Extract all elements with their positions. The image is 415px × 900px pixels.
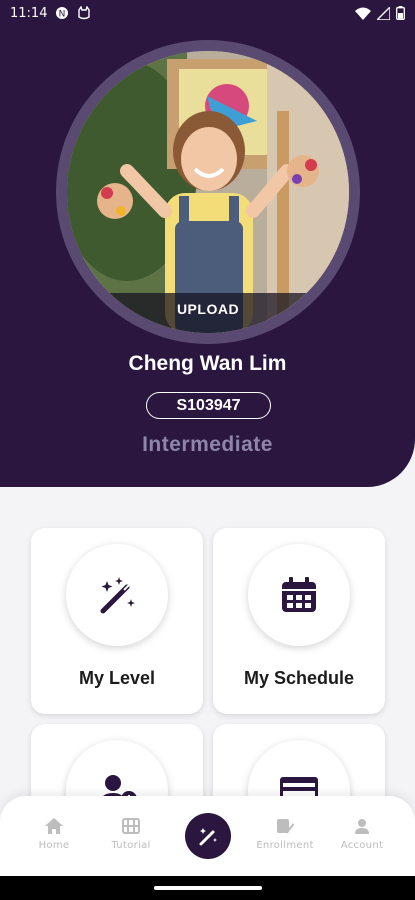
my-schedule-icon-circle (248, 544, 350, 646)
magic-wand-icon (199, 828, 217, 846)
home-gesture-pill[interactable] (154, 886, 262, 890)
home-icon (45, 818, 63, 834)
signal-icon (377, 6, 390, 20)
nav-home[interactable]: Home (19, 818, 89, 851)
student-name: Cheng Wan Lim (128, 352, 287, 375)
nav-enrollment[interactable]: Enrollment (250, 818, 320, 851)
system-navigation-bar (0, 876, 415, 900)
status-time: 11:14 (10, 5, 48, 21)
avatar-ring: UPLOAD (56, 40, 360, 344)
my-level-tile[interactable]: My Level (31, 528, 203, 714)
my-level-label: My Level (78, 668, 156, 688)
nav-tutorial-label: Tutorial (111, 840, 151, 851)
nav-home-label: Home (38, 840, 70, 851)
student-level: Intermediate (142, 433, 273, 456)
magic-wand-icon (100, 577, 135, 614)
my-level-icon-circle (66, 544, 168, 646)
account-icon (355, 819, 369, 834)
status-bar: 11:14 N (0, 0, 415, 26)
battery-icon (396, 6, 405, 20)
calendar-icon (282, 577, 316, 612)
avatar[interactable]: UPLOAD (67, 51, 349, 333)
film-icon (122, 818, 140, 834)
upload-button[interactable]: UPLOAD (67, 293, 349, 333)
upload-label: UPLOAD (176, 301, 240, 317)
svg-text:N: N (59, 10, 66, 20)
nav-account[interactable]: Account (327, 818, 397, 851)
avatar-photo (67, 51, 349, 333)
student-id-badge: S103947 (146, 392, 271, 419)
my-schedule-tile[interactable]: My Schedule (213, 528, 385, 714)
cat-icon (78, 6, 91, 20)
nav-level-button[interactable] (185, 813, 231, 859)
nav-account-label: Account (340, 840, 384, 851)
bottom-navigation: Home Tutorial Enrollment Account (0, 796, 415, 876)
nav-tutorial[interactable]: Tutorial (96, 818, 166, 851)
enrollment-icon (277, 819, 294, 834)
my-schedule-label: My Schedule (243, 668, 355, 688)
notification-icon: N (56, 7, 69, 20)
nav-enrollment-label: Enrollment (256, 840, 314, 851)
wifi-icon (355, 7, 371, 20)
